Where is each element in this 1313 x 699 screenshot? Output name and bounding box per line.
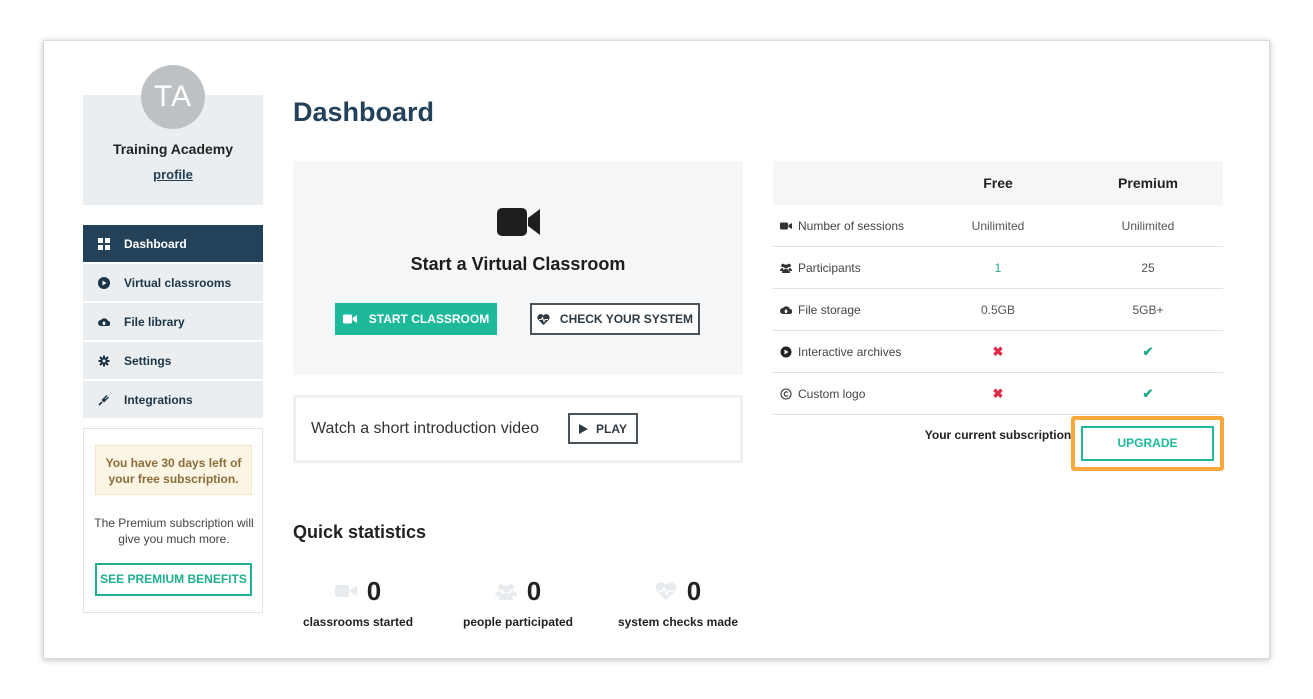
check-icon: ✔: [1142, 343, 1154, 359]
video-camera-icon: [342, 314, 357, 324]
cross-icon: ✖: [992, 385, 1004, 401]
stat-value: 0: [686, 575, 702, 606]
start-classroom-button[interactable]: START CLASSROOM: [335, 303, 497, 335]
gear-icon: [97, 354, 111, 368]
sidebar-item-virtual-classrooms[interactable]: Virtual classrooms: [83, 264, 263, 301]
heartbeat-icon: [537, 313, 550, 325]
free-value: 1: [994, 260, 1002, 275]
table-header: Free Premium: [773, 161, 1223, 205]
video-camera-icon: [497, 208, 540, 236]
check-system-label: CHECK YOUR SYSTEM: [559, 312, 694, 326]
sidebar-item-label: Dashboard: [124, 236, 187, 251]
stat-value: 0: [366, 575, 382, 606]
table-row: Interactive archives ✖ ✔: [773, 331, 1223, 373]
table-row: Participants 1 25: [773, 247, 1223, 289]
premium-value: 5GB+: [1132, 302, 1164, 317]
video-camera-icon: [334, 585, 357, 597]
profile-name: Training Academy: [112, 141, 234, 157]
sidebar-item-integrations[interactable]: Integrations: [83, 381, 263, 418]
video-camera-icon: [780, 220, 792, 232]
plan-comparison-table: Free Premium Number of sessions Unilimit…: [773, 161, 1223, 415]
sidebar-item-dashboard[interactable]: Dashboard: [83, 225, 263, 262]
check-your-system-button[interactable]: CHECK YOUR SYSTEM: [530, 303, 700, 335]
promo-description: The Premium subscription will give you m…: [94, 516, 254, 546]
feature-label: Interactive archives: [798, 344, 902, 359]
column-header-premium: Premium: [1118, 175, 1178, 191]
current-subscription-label: Your current subscription: [924, 428, 1072, 442]
dashboard-icon: [97, 237, 111, 251]
table-row: File storage 0.5GB 5GB+: [773, 289, 1223, 331]
intro-video-text: Watch a short introduction video: [311, 420, 539, 437]
stat-label: people participated: [462, 615, 574, 629]
start-classroom-label: START CLASSROOM: [368, 312, 490, 326]
feature-label: Number of sessions: [798, 218, 905, 233]
heartbeat-icon: [655, 582, 677, 600]
sidebar-item-file-library[interactable]: File library: [83, 303, 263, 340]
premium-promo-panel: You have 30 days left of your free subsc…: [83, 428, 263, 613]
play-button[interactable]: PLAY: [568, 413, 638, 444]
feature-label: File storage: [798, 302, 861, 317]
play-circle-icon: [97, 276, 111, 290]
free-value: 0.5GB: [980, 302, 1016, 317]
upgrade-button[interactable]: UPGRADE: [1081, 426, 1214, 461]
sidebar-item-label: Settings: [124, 353, 172, 368]
stat-people-participated: 0 people participated: [438, 574, 598, 630]
stat-label: classrooms started: [302, 615, 414, 629]
see-premium-benefits-button[interactable]: SEE PREMIUM BENEFITS: [95, 563, 252, 596]
stat-value: 0: [526, 575, 542, 606]
play-icon: [579, 423, 589, 434]
column-header-free: Free: [983, 175, 1013, 191]
avatar: TA: [141, 65, 205, 129]
table-row: Custom logo ✖ ✔: [773, 373, 1223, 415]
profile-link[interactable]: profile: [83, 167, 263, 182]
stat-classrooms-started: 0 classrooms started: [278, 574, 438, 630]
copyright-icon: [780, 387, 792, 400]
trial-remaining-alert: You have 30 days left of your free subsc…: [95, 445, 252, 495]
check-icon: ✔: [1142, 385, 1154, 401]
users-icon: [494, 584, 517, 600]
upgrade-highlight: UPGRADE: [1071, 416, 1224, 471]
play-circle-icon: [780, 346, 792, 358]
cross-icon: ✖: [992, 343, 1004, 359]
feature-label: Custom logo: [798, 386, 866, 401]
stat-label: system checks made: [617, 615, 739, 629]
sidebar-item-label: Integrations: [124, 392, 193, 407]
intro-video-panel: Watch a short introduction video PLAY: [293, 395, 743, 463]
play-label: PLAY: [596, 421, 627, 436]
start-classroom-title: Start a Virtual Classroom: [410, 254, 626, 274]
sidebar-item-settings[interactable]: Settings: [83, 342, 263, 379]
table-row: Number of sessions Unilimited Unilimited: [773, 205, 1223, 247]
free-value: Unilimited: [971, 218, 1025, 233]
feature-label: Participants: [798, 260, 861, 275]
quick-statistics-title: Quick statistics: [293, 522, 427, 542]
stat-system-checks: 0 system checks made: [598, 574, 758, 630]
sidebar-item-label: Virtual classrooms: [124, 275, 232, 290]
sidebar-item-label: File library: [124, 314, 185, 329]
sidebar-nav: Dashboard Virtual classrooms File librar…: [83, 225, 263, 420]
cloud-upload-icon: [97, 315, 111, 329]
cloud-upload-icon: [780, 304, 792, 316]
users-icon: [780, 262, 792, 274]
start-classroom-panel: Start a Virtual Classroom START CLASSROO…: [293, 161, 743, 375]
premium-value: 25: [1141, 260, 1155, 275]
premium-value: Unilimited: [1121, 218, 1175, 233]
plug-icon: [97, 393, 111, 407]
page-title: Dashboard: [293, 97, 435, 127]
